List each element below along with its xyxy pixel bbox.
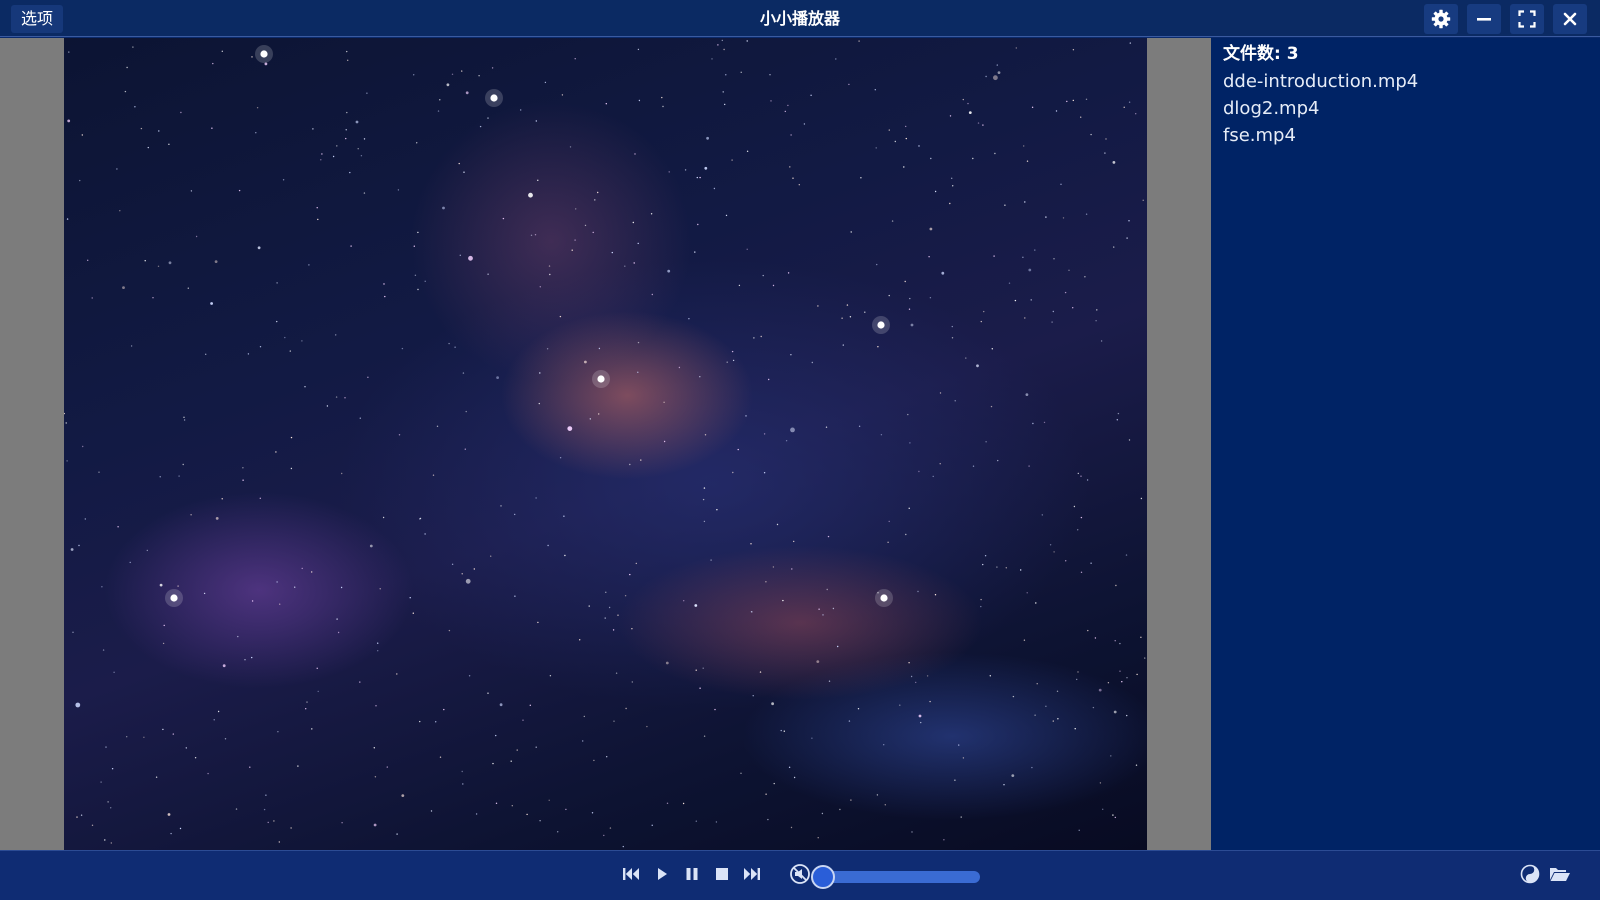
skip-next-button[interactable] [741, 865, 763, 887]
pause-icon [684, 866, 700, 886]
fullscreen-button[interactable] [1510, 4, 1544, 34]
starfield-image [64, 39, 1146, 848]
minimize-button[interactable] [1467, 4, 1501, 34]
playlist-item[interactable]: dlog2.mp4 [1223, 95, 1588, 122]
fullscreen-icon [1518, 10, 1536, 28]
close-icon [1562, 11, 1578, 27]
video-area[interactable] [0, 38, 1211, 850]
file-count: 文件数: 3 [1223, 44, 1299, 64]
stop-button[interactable] [711, 865, 733, 887]
play-button[interactable] [651, 865, 673, 887]
play-icon [655, 866, 669, 886]
gear-icon [1431, 9, 1451, 29]
volume-slider[interactable] [811, 865, 980, 889]
mute-button[interactable] [789, 863, 811, 889]
pause-button[interactable] [681, 865, 703, 887]
stop-icon [714, 866, 730, 886]
skip-previous-button[interactable] [620, 865, 642, 887]
options-menu-button[interactable]: 选项 [11, 5, 63, 33]
mute-icon [789, 863, 811, 889]
open-folder-button[interactable] [1549, 865, 1571, 887]
open-folder-icon [1549, 865, 1571, 887]
yin-yang-icon [1520, 864, 1540, 888]
close-button[interactable] [1553, 4, 1587, 34]
skip-previous-icon [622, 866, 640, 886]
window-title: 小小播放器 [759, 9, 840, 28]
playlist-panel: 文件数: 3 dde-introduction.mp4 dlog2.mp4 fs… [1211, 38, 1600, 850]
title-bar: 选项 小小播放器 [0, 0, 1600, 37]
minimize-icon [1475, 10, 1493, 28]
video-frame[interactable] [64, 38, 1147, 850]
settings-button[interactable] [1424, 4, 1458, 34]
volume-slider-handle[interactable] [811, 865, 835, 889]
playlist-item[interactable]: dde-introduction.mp4 [1223, 68, 1588, 95]
playlist-item[interactable]: fse.mp4 [1223, 122, 1588, 149]
skip-next-icon [743, 866, 761, 886]
yin-yang-button[interactable] [1519, 864, 1541, 888]
control-bar [0, 850, 1600, 900]
